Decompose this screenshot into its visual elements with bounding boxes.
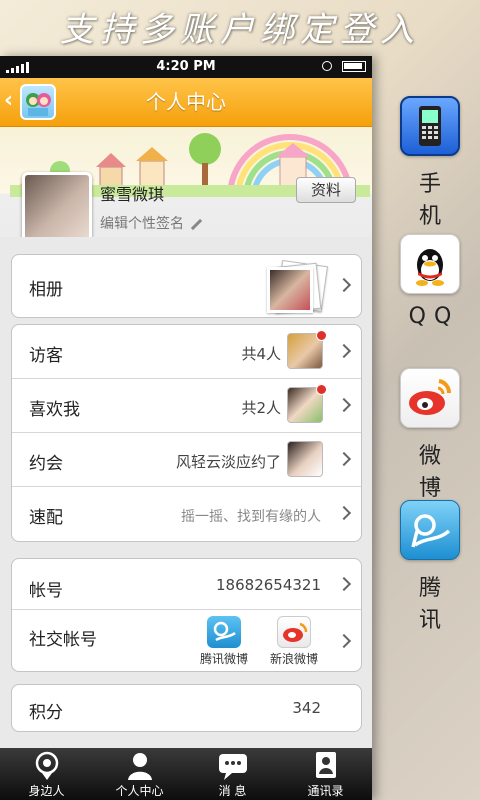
likes-row[interactable]: 喜欢我 共2人 xyxy=(12,378,361,432)
visitors-label: 访客 xyxy=(29,346,63,366)
points-group: 积分 342 xyxy=(11,684,362,732)
qq-icon xyxy=(400,234,460,294)
login-weibo[interactable]: 微博 xyxy=(398,368,462,502)
promo-banner: 支持多账户绑定登入 xyxy=(60,10,420,50)
likes-count: 共2人 xyxy=(241,399,281,417)
social-accounts-label: 社交帐号 xyxy=(29,630,97,650)
match-label: 速配 xyxy=(29,508,63,528)
sina-weibo-icon xyxy=(277,616,311,648)
social-accounts-row[interactable]: 社交帐号 腾讯微博 新浪微博 xyxy=(12,609,361,671)
chevron-right-icon xyxy=(336,633,352,649)
dates-row[interactable]: 约会 风轻云淡应约了 xyxy=(12,432,361,486)
status-bar: 4:20 PM xyxy=(0,56,372,78)
login-tencent[interactable]: 腾讯 xyxy=(398,500,462,634)
album-label: 相册 xyxy=(29,280,63,300)
match-hint: 摇一摇、找到有缘的人 xyxy=(181,509,321,525)
alarm-icon xyxy=(322,61,332,71)
points-row[interactable]: 积分 342 xyxy=(12,685,361,731)
pencil-icon xyxy=(190,218,203,230)
tencent-weibo-link[interactable]: 腾讯微博 xyxy=(200,616,248,667)
album-photos xyxy=(265,260,331,314)
contacts-icon xyxy=(315,752,336,778)
phone-screen: 4:20 PM ‹ 个人中心 蜜雪微琪 资料 编辑个性签名 相册 访客 共4人 … xyxy=(0,56,372,800)
phone-icon xyxy=(400,96,460,156)
dates-label: 约会 xyxy=(29,454,63,474)
album-row[interactable]: 相册 xyxy=(12,255,361,317)
profile-button[interactable]: 资料 xyxy=(296,177,356,203)
avatar[interactable] xyxy=(22,172,92,237)
profile-header: 蜜雪微琪 资料 编辑个性签名 xyxy=(0,127,372,237)
tab-contacts[interactable]: 通讯录 xyxy=(279,748,372,800)
account-row[interactable]: 帐号 18682654321 xyxy=(12,559,361,609)
chevron-right-icon xyxy=(336,576,352,592)
points-label: 积分 xyxy=(29,703,63,723)
points-value: 342 xyxy=(292,699,321,717)
phone-label: 手机 xyxy=(418,172,449,229)
weibo-icon xyxy=(400,368,460,428)
chevron-right-icon xyxy=(336,277,352,293)
page-title: 个人中心 xyxy=(146,90,226,114)
user-name: 蜜雪微琪 xyxy=(100,185,165,204)
tencent-weibo-icon xyxy=(400,500,460,560)
battery-icon xyxy=(342,61,366,72)
qq-label: QQ xyxy=(408,304,460,329)
tab-bar: 身边人 个人中心 消 息 通讯录 xyxy=(0,748,372,800)
match-row[interactable]: 速配 摇一摇、找到有缘的人 xyxy=(12,486,361,541)
tencent-label: 腾讯 xyxy=(418,576,449,633)
new-badge xyxy=(316,384,327,395)
visitors-row[interactable]: 访客 共4人 xyxy=(12,325,361,378)
chevron-right-icon xyxy=(336,505,352,521)
signal-icon xyxy=(6,62,29,73)
chevron-right-icon xyxy=(336,451,352,467)
account-number: 18682654321 xyxy=(216,576,321,594)
account-label: 帐号 xyxy=(29,581,63,601)
date-thumbnail xyxy=(287,441,323,477)
login-qq[interactable]: QQ xyxy=(398,234,462,329)
tab-nearby[interactable]: 身边人 xyxy=(0,748,93,800)
visitors-count: 共4人 xyxy=(241,345,281,363)
account-group: 帐号 18682654321 社交帐号 腾讯微博 新浪微博 xyxy=(11,558,362,672)
social-group: 访客 共4人 喜欢我 共2人 约会 风轻云淡应约了 速配 摇一摇、找到有缘的人 xyxy=(11,324,362,542)
person-icon xyxy=(127,753,152,780)
weibo-label: 微博 xyxy=(418,444,449,501)
dates-status: 风轻云淡应约了 xyxy=(175,453,281,471)
status-time: 4:20 PM xyxy=(156,59,216,74)
likes-label: 喜欢我 xyxy=(29,400,80,420)
tencent-weibo-icon xyxy=(207,616,241,648)
new-badge xyxy=(316,330,327,341)
message-icon xyxy=(218,754,247,780)
album-group: 相册 xyxy=(11,254,362,318)
signature-placeholder: 编辑个性签名 xyxy=(100,216,184,232)
chevron-right-icon xyxy=(336,343,352,359)
tab-messages[interactable]: 消 息 xyxy=(186,748,279,800)
nearby-icon xyxy=(35,751,58,780)
signature-field[interactable]: 编辑个性签名 xyxy=(100,213,203,233)
login-phone[interactable]: 手机 xyxy=(398,96,462,230)
sina-weibo-link[interactable]: 新浪微博 xyxy=(270,616,318,667)
tab-profile[interactable]: 个人中心 xyxy=(93,748,186,800)
title-bar: ‹ 个人中心 xyxy=(0,78,372,127)
chevron-right-icon xyxy=(336,397,352,413)
